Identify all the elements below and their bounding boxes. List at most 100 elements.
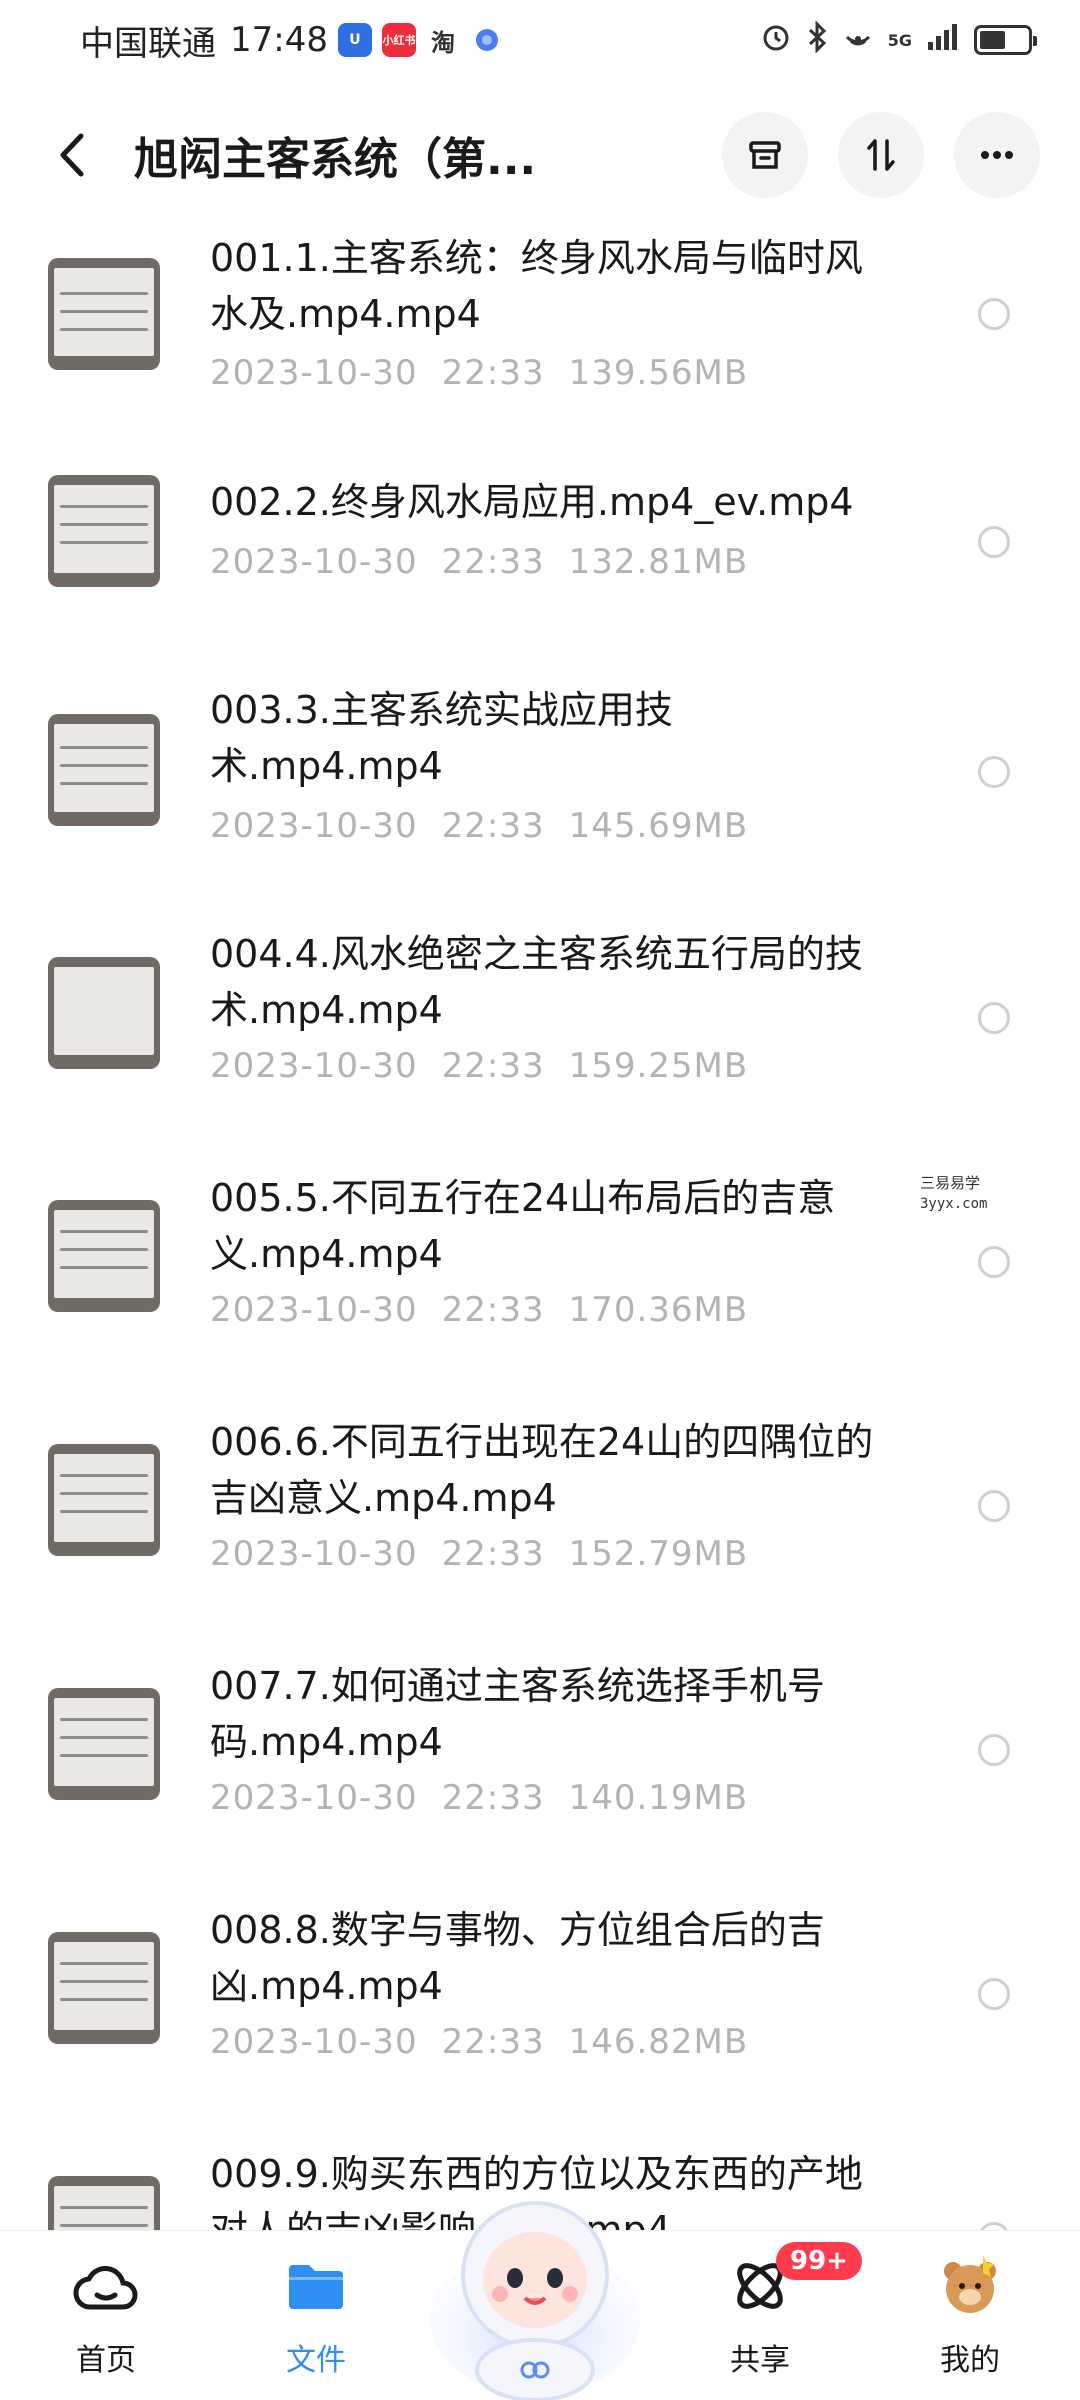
clock: 17:48 (230, 20, 328, 60)
list-item[interactable]: 007.7.如何通过主客系统选择手机号码.mp4.mp4 2023-10-30 2… (0, 1646, 1080, 1890)
file-name: 008.8.数字与事物、方位组合后的吉凶.mp4.mp4 (210, 1908, 825, 2008)
file-meta: 2023-10-30 22:33 140.19MB (210, 1778, 748, 1818)
nav-home-label: 首页 (76, 2343, 136, 2378)
more-dots-icon (981, 151, 1013, 159)
nav-mine[interactable]: 我的 (900, 2251, 1040, 2379)
video-thumbnail (48, 2176, 160, 2230)
file-meta: 2023-10-30 22:33 145.69MB (210, 806, 748, 846)
file-date: 2023-10-30 (210, 806, 418, 846)
file-meta: 2023-10-30 22:33 146.82MB (210, 2022, 748, 2062)
file-time: 22:33 (441, 806, 545, 846)
file-date: 2023-10-30 (210, 1290, 418, 1330)
header: 旭闳主客系统（第... (0, 110, 1080, 200)
file-size: 132.81MB (568, 542, 749, 582)
file-time: 22:33 (441, 2022, 545, 2062)
select-radio[interactable] (978, 1734, 1010, 1766)
file-name: 001.1.主客系统：终身风水局与临时风水及.mp4.mp4 (210, 236, 863, 336)
back-button[interactable] (50, 123, 94, 187)
select-radio[interactable] (978, 1978, 1010, 2010)
watermark-line1: 三易易学 (920, 1174, 981, 1192)
nav-files[interactable]: 文件 (246, 2251, 386, 2379)
video-thumbnail (48, 957, 160, 1069)
select-radio[interactable] (978, 756, 1010, 788)
alarm-icon (760, 21, 792, 60)
battery-icon (974, 25, 1037, 55)
sort-icon (867, 139, 895, 171)
video-thumbnail (48, 1200, 160, 1312)
list-item[interactable]: 002.2.终身风水局应用.mp4_ev.mp4 2023-10-30 22:33… (0, 440, 1080, 670)
select-radio[interactable] (978, 1002, 1010, 1034)
archive-icon (749, 141, 781, 169)
video-thumbnail (48, 1688, 160, 1800)
file-date: 2023-10-30 (210, 1778, 418, 1818)
file-name: 004.4.风水绝密之主客系统五行局的技术.mp4.mp4 (210, 932, 863, 1032)
list-item[interactable]: 001.1.主客系统：终身风水局与临时风水及.mp4.mp4 2023-10-3… (0, 210, 1080, 440)
folder-icon (281, 2251, 351, 2321)
nav-share-label: 共享 (730, 2343, 790, 2378)
battery-level (980, 31, 1006, 49)
shield-app-icon: U (337, 23, 372, 57)
astronaut-mascot-icon (430, 2201, 640, 2400)
file-time: 22:33 (441, 1290, 545, 1330)
video-thumbnail (48, 714, 160, 826)
assistant-mascot-button[interactable] (425, 2170, 645, 2400)
network-type: 5G (887, 30, 912, 50)
file-size: 152.79MB (568, 1534, 749, 1574)
archive-button[interactable] (722, 112, 808, 198)
xiaohongshu-icon: 小红书 (381, 23, 416, 57)
nav-files-label: 文件 (286, 2343, 346, 2378)
select-radio[interactable] (978, 2222, 1010, 2230)
status-right: 5G (760, 19, 1037, 60)
file-meta: 2023-10-30 22:33 152.79MB (210, 1534, 748, 1574)
header-actions (722, 112, 1040, 198)
nav-home[interactable]: 首页 (36, 2251, 176, 2379)
select-radio[interactable] (978, 1490, 1010, 1522)
file-size: 139.56MB (568, 353, 749, 393)
file-size: 170.36MB (568, 1290, 749, 1330)
file-name: 002.2.终身风水局应用.mp4_ev.mp4 (210, 480, 854, 524)
status-bar: 中国联通 17:48 U 小红书 淘 5G (0, 0, 1080, 80)
watermark-line2: 3yyx.com (920, 1196, 988, 1212)
file-date: 2023-10-30 (210, 542, 418, 582)
select-radio[interactable] (978, 1246, 1010, 1278)
status-left: 中国联通 17:48 U 小红书 淘 (80, 16, 504, 65)
sort-button[interactable] (838, 112, 924, 198)
file-time: 22:33 (441, 1534, 545, 1574)
file-size: 145.69MB (568, 806, 749, 846)
file-time: 22:33 (441, 542, 545, 582)
file-name: 007.7.如何通过主客系统选择手机号码.mp4.mp4 (210, 1664, 825, 1764)
list-item[interactable]: 004.4.风水绝密之主客系统五行局的技术.mp4.mp4 2023-10-30… (0, 914, 1080, 1158)
video-thumbnail (48, 258, 160, 370)
chevron-left-icon (60, 133, 84, 177)
file-time: 22:33 (441, 353, 545, 393)
list-item[interactable]: 008.8.数字与事物、方位组合后的吉凶.mp4.mp4 2023-10-30 2… (0, 1890, 1080, 2134)
file-meta: 2023-10-30 22:33 132.81MB (210, 542, 748, 582)
video-thumbnail (48, 475, 160, 587)
list-item[interactable]: 003.3.主客系统实战应用技术.mp4.mp4 2023-10-30 22:33… (0, 670, 1080, 914)
file-meta: 2023-10-30 22:33 139.56MB (210, 353, 748, 393)
bluetooth-icon (806, 19, 828, 60)
file-name: 005.5.不同五行在24山布局后的吉意义.mp4.mp4 (210, 1176, 836, 1276)
file-meta: 2023-10-30 22:33 159.25MB (210, 1046, 748, 1086)
select-radio[interactable] (978, 526, 1010, 558)
file-size: 140.19MB (568, 1778, 749, 1818)
file-time: 22:33 (441, 1778, 545, 1818)
cloud-home-icon (71, 2251, 141, 2321)
watermark: 三易易学 3yyx.com (900, 1172, 1020, 1222)
hotspot-icon (842, 21, 874, 60)
carrier-name: 中国联通 (80, 23, 216, 64)
page-title: 旭闳主客系统（第... (134, 134, 537, 185)
select-radio[interactable] (978, 298, 1010, 330)
file-meta: 2023-10-30 22:33 170.36MB (210, 1290, 748, 1330)
file-date: 2023-10-30 (210, 1534, 418, 1574)
file-name: 006.6.不同五行出现在24山的四隅位的吉凶意义.mp4.mp4 (210, 1420, 874, 1520)
file-date: 2023-10-30 (210, 1046, 418, 1086)
file-name: 003.3.主客系统实战应用技术.mp4.mp4 (210, 688, 673, 788)
more-button[interactable] (954, 112, 1040, 198)
video-thumbnail (48, 1932, 160, 2044)
share-count-badge: 99+ (776, 2242, 862, 2280)
file-size: 146.82MB (568, 2022, 749, 2062)
signal-icon (926, 22, 960, 59)
list-item[interactable]: 006.6.不同五行出现在24山的四隅位的吉凶意义.mp4.mp4 2023-1… (0, 1402, 1080, 1646)
bear-avatar-icon (935, 2251, 1005, 2321)
